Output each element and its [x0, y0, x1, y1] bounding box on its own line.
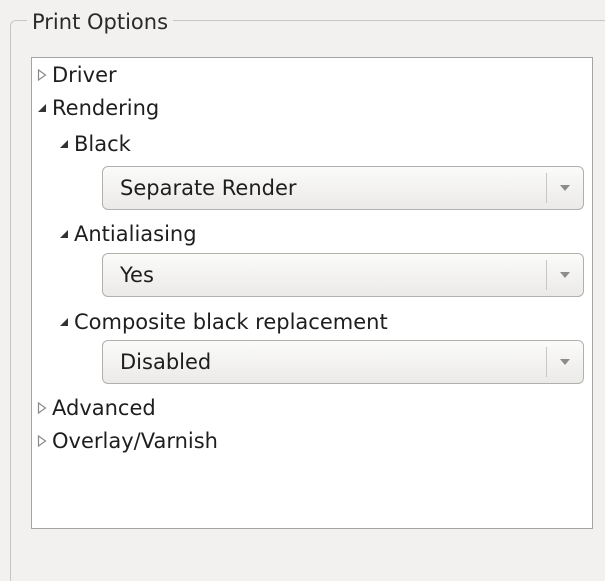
print-options-title: Print Options — [27, 8, 174, 36]
composite-black-replacement-combobox[interactable]: Disabled — [102, 340, 584, 384]
expander-expanded-icon[interactable] — [58, 315, 70, 329]
tree-item-rendering[interactable]: Rendering — [36, 92, 159, 124]
expander-expanded-icon[interactable] — [36, 101, 48, 115]
black-combobox[interactable]: Separate Render — [102, 166, 584, 210]
chevron-down-icon[interactable] — [547, 254, 583, 296]
chevron-down-icon[interactable] — [547, 341, 583, 383]
tree-item-label: Antialiasing — [74, 222, 197, 246]
tree-item-label: Rendering — [52, 96, 160, 120]
tree-item-label: Overlay/Varnish — [52, 429, 218, 453]
expander-collapsed-icon[interactable] — [36, 68, 48, 82]
chevron-down-icon[interactable] — [547, 167, 583, 209]
tree-item-label: Black — [74, 132, 131, 156]
expander-expanded-icon[interactable] — [58, 137, 70, 151]
expander-collapsed-icon[interactable] — [36, 401, 48, 415]
tree-item-overlay-varnish[interactable]: Overlay/Varnish — [36, 425, 218, 457]
tree-item-label: Composite black replacement — [74, 310, 388, 334]
combobox-value: Separate Render — [120, 176, 297, 200]
expander-collapsed-icon[interactable] — [36, 434, 48, 448]
tree-item-advanced[interactable]: Advanced — [36, 392, 156, 424]
tree-item-antialiasing[interactable]: Antialiasing — [58, 218, 197, 250]
combobox-value: Yes — [120, 263, 154, 287]
combobox-value: Disabled — [120, 350, 212, 374]
antialiasing-combobox[interactable]: Yes — [102, 253, 584, 297]
tree-item-label: Advanced — [52, 396, 156, 420]
expander-expanded-icon[interactable] — [58, 227, 70, 241]
tree-item-black[interactable]: Black — [58, 128, 131, 160]
tree-item-label: Driver — [52, 63, 117, 87]
tree-item-driver[interactable]: Driver — [36, 59, 117, 91]
tree-item-composite-black-replacement[interactable]: Composite black replacement — [58, 306, 388, 338]
